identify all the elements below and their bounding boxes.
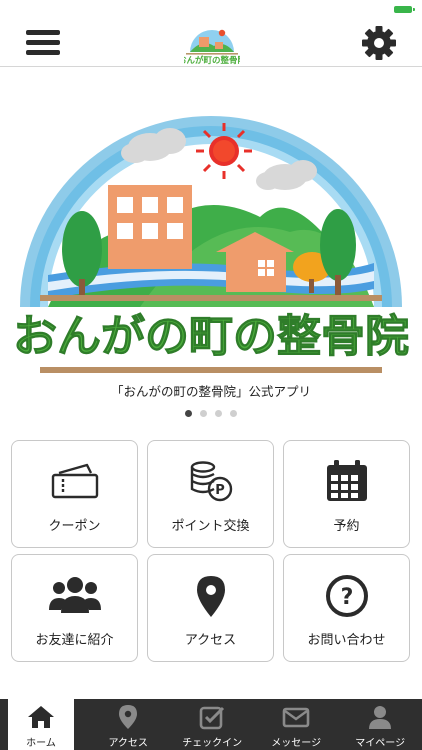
refer-friend-tile[interactable]: お友達に紹介 xyxy=(11,554,138,662)
point-exchange-tile[interactable]: P ポイント交換 xyxy=(147,440,274,548)
carousel-dot[interactable] xyxy=(185,410,192,417)
clinic-logo: おんが町の整骨院 xyxy=(184,29,240,66)
envelope-icon xyxy=(282,707,310,728)
tile-label: 予約 xyxy=(333,519,360,534)
feature-grid: クーポン P ポイント交換 予約 お友達に紹介 アクセス ? お問い合わせ xyxy=(11,440,411,663)
tab-label: ホーム xyxy=(26,738,56,749)
users-icon xyxy=(48,577,101,613)
svg-text:P: P xyxy=(215,483,225,498)
tab-label: マイページ xyxy=(355,738,406,749)
coin-stack-icon: P xyxy=(190,461,232,502)
inquiry-tile[interactable]: ? お問い合わせ xyxy=(283,554,410,662)
tile-label: お問い合わせ xyxy=(307,633,386,648)
tab-label: アクセス xyxy=(108,738,148,749)
carousel-dot[interactable] xyxy=(215,410,222,417)
app-header: おんが町の整骨院 xyxy=(0,18,422,67)
ticket-icon xyxy=(51,463,98,499)
calendar-icon xyxy=(326,460,367,501)
map-pin-icon xyxy=(196,576,225,617)
status-bar xyxy=(0,0,422,18)
hero-illustration: おんがの町の整骨院 xyxy=(13,116,410,373)
tab-message[interactable]: メッセージ xyxy=(254,699,338,750)
tile-label: ポイント交換 xyxy=(171,519,250,534)
tab-label: チェックイン xyxy=(182,738,243,749)
bottom-tab-bar: ホーム アクセス チェックイン メッセージ マイページ xyxy=(0,699,422,750)
tile-label: クーポン xyxy=(48,519,101,534)
tile-label: アクセス xyxy=(184,633,237,648)
checkin-icon xyxy=(199,706,225,730)
svg-text:?: ? xyxy=(340,585,353,610)
question-circle-icon: ? xyxy=(325,575,368,617)
home-icon xyxy=(28,706,54,728)
hamburger-menu-icon[interactable] xyxy=(24,27,62,59)
hero-logo-text: おんがの町の整骨院 xyxy=(13,311,409,362)
tab-mypage[interactable]: マイページ xyxy=(338,699,422,750)
tab-access[interactable]: アクセス xyxy=(86,699,170,750)
access-tile[interactable]: アクセス xyxy=(147,554,274,662)
hero-caption: 「おんがの町の整骨院」公式アプリ xyxy=(110,384,311,399)
tab-home[interactable]: ホーム xyxy=(8,699,74,750)
svg-text:おんが町の整骨院: おんが町の整骨院 xyxy=(184,55,240,66)
carousel-dot[interactable] xyxy=(230,410,237,417)
battery-icon xyxy=(394,6,415,13)
hero-banner[interactable]: おんがの町の整骨院 xyxy=(0,67,422,380)
carousel-dot[interactable] xyxy=(200,410,207,417)
tab-label: メッセージ xyxy=(271,738,322,749)
coupon-tile[interactable]: クーポン xyxy=(11,440,138,548)
user-icon xyxy=(369,706,392,729)
tab-checkin[interactable]: チェックイン xyxy=(170,699,254,750)
gear-icon[interactable] xyxy=(360,24,398,62)
map-pin-icon xyxy=(119,705,138,729)
hero-caption-row: 「おんがの町の整骨院」公式アプリ xyxy=(0,380,422,404)
tile-label: お友達に紹介 xyxy=(35,633,114,648)
carousel-dots xyxy=(0,410,422,420)
reservation-tile[interactable]: 予約 xyxy=(283,440,410,548)
